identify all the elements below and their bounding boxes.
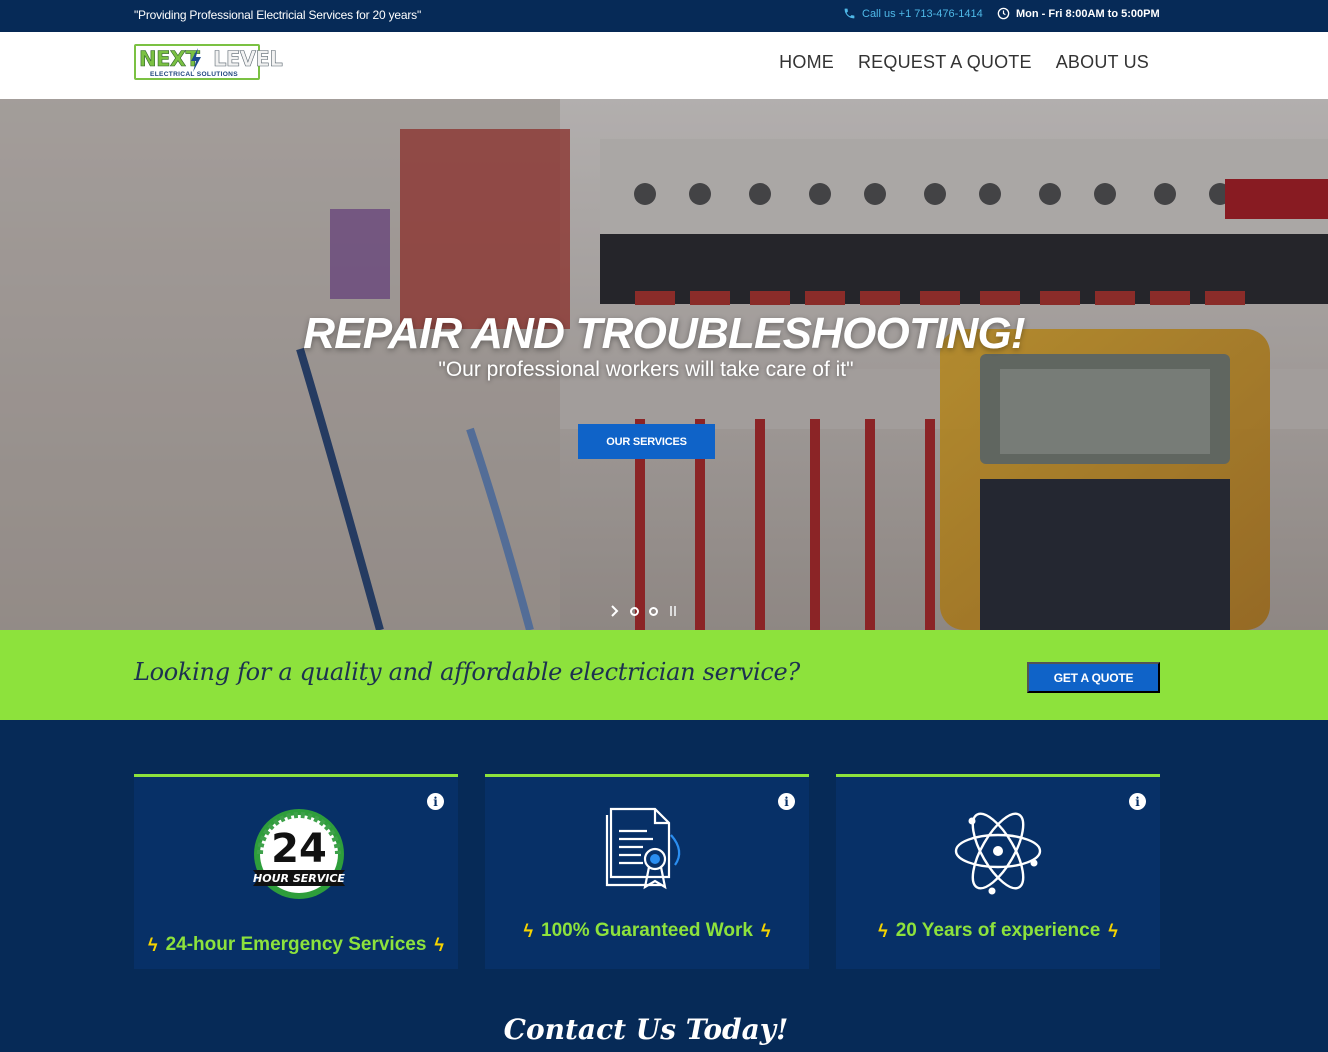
clock-icon [997, 7, 1010, 20]
lightning-icon: ϟ [878, 920, 888, 941]
phone-icon [844, 8, 855, 19]
logo-bolt-icon [191, 48, 201, 72]
hero-title: REPAIR AND TROUBLESHOOTING! [303, 309, 1025, 358]
logo-wordmark: NEXT LEVEL [139, 47, 283, 72]
phone-link[interactable]: Call us +1 713-476-1414 [843, 7, 983, 20]
lightning-icon: ϟ [434, 934, 444, 955]
nav-home[interactable]: HOME [779, 52, 834, 73]
24-hour-service-icon: 24 HOUR SERVICE [253, 809, 345, 899]
get-quote-button[interactable]: GET A QUOTE [1027, 662, 1160, 693]
lightning-icon: ϟ [1108, 920, 1118, 941]
main-nav: HOME REQUEST A QUOTE ABOUT US [779, 52, 1149, 73]
top-bar: "Providing Professional Electricial Serv… [0, 0, 1328, 32]
pause-icon[interactable] [668, 605, 678, 617]
slider-dot-1[interactable] [630, 606, 639, 616]
slider-controls [610, 605, 678, 617]
certificate-document-icon [605, 807, 681, 890]
slider-dot-2[interactable] [649, 606, 658, 616]
banner-question: Looking for a quality and affordable ele… [134, 658, 800, 686]
lightning-icon: ϟ [148, 934, 158, 955]
feature-card-emergency: i 24 HOUR SERVICE ϟ 24-hour Emergency Se… [134, 774, 458, 969]
feature-card-guarantee: i ϟ 100% Guaranteed Work ϟ [485, 774, 809, 969]
nav-request-quote[interactable]: REQUEST A QUOTE [858, 52, 1032, 73]
hero-slider: REPAIR AND TROUBLESHOOTING! "Our profess… [0, 99, 1328, 630]
quote-banner: Looking for a quality and affordable ele… [0, 630, 1328, 720]
hours-text: Mon - Fri 8:00AM to 5:00PM [1016, 7, 1160, 20]
atom-icon [954, 812, 1042, 895]
phone-text: Call us +1 713-476-1414 [862, 7, 983, 20]
chevron-right-icon[interactable] [610, 605, 620, 617]
feature-title-guarantee: ϟ 100% Guaranteed Work ϟ [523, 920, 771, 941]
feature-title-emergency: ϟ 24-hour Emergency Services ϟ [148, 934, 444, 955]
feature-card-experience: i ϟ 20 Years of experience ϟ [836, 774, 1160, 969]
info-icon[interactable]: i [778, 793, 795, 810]
lightning-icon: ϟ [760, 920, 771, 941]
our-services-button[interactable]: OUR SERVICES [578, 424, 715, 459]
tagline: "Providing Professional Electricial Serv… [134, 8, 422, 22]
info-icon[interactable]: i [1129, 793, 1146, 810]
contact-heading: Contact Us Today! [503, 1013, 789, 1046]
svg-text:24: 24 [271, 826, 327, 872]
logo[interactable]: NEXT LEVEL ELECTRICAL SOLUTIONS [134, 44, 283, 80]
info-icon[interactable]: i [427, 793, 444, 810]
feature-title-experience: ϟ 20 Years of experience ϟ [878, 920, 1118, 941]
logo-subtitle: ELECTRICAL SOLUTIONS [150, 71, 238, 78]
hero-subtitle: "Our professional workers will take care… [438, 358, 854, 381]
svg-text:HOUR SERVICE: HOUR SERVICE [253, 872, 345, 885]
lightning-icon: ϟ [523, 920, 534, 941]
site-header: NEXT LEVEL ELECTRICAL SOLUTIONS HOME REQ… [0, 32, 1328, 99]
nav-about-us[interactable]: ABOUT US [1056, 52, 1149, 73]
business-hours: Mon - Fri 8:00AM to 5:00PM [997, 7, 1160, 20]
